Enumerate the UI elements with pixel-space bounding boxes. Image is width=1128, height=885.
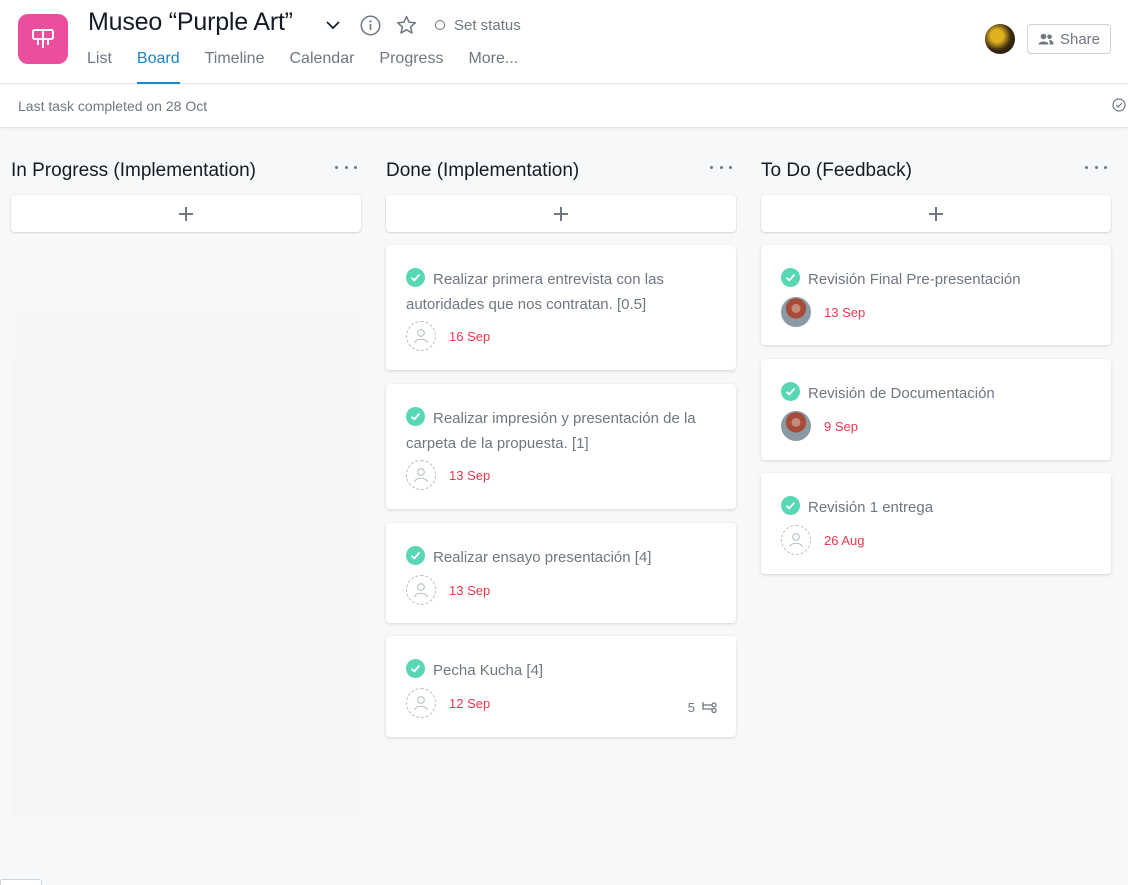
subtask-icon [702,702,717,714]
complete-check-icon[interactable] [406,268,425,287]
project-header: Museo “Purple Art” Set status List Board… [0,0,1128,84]
task-card[interactable]: Revisión Final Pre-presentación 13 Sep [761,245,1111,345]
unassigned-avatar-icon[interactable] [406,575,436,605]
task-title: Realizar primera entrevista con las auto… [406,271,664,313]
plus-icon [554,206,568,221]
complete-check-icon[interactable] [406,546,425,565]
add-task-button[interactable] [761,195,1111,232]
unassigned-avatar-icon[interactable] [406,460,436,490]
add-task-button[interactable] [386,195,736,232]
last-completed-text: Last task completed on 28 Oct [18,98,208,114]
share-label: Share [1059,30,1101,48]
task-card[interactable]: Realizar impresión y presentación de la … [386,384,736,509]
set-status-button[interactable]: Set status [435,17,521,34]
complete-check-icon[interactable] [781,496,800,515]
task-card[interactable]: Realizar primera entrevista con las auto… [386,245,736,370]
due-date[interactable]: 12 Sep [449,696,490,711]
due-date[interactable]: 16 Sep [449,329,490,344]
user-avatar[interactable] [985,24,1015,54]
plus-icon [929,206,943,221]
info-icon[interactable] [359,14,381,36]
more-options-icon[interactable] [710,160,732,174]
task-title: Revisión 1 entrega [808,499,934,516]
tab-progress[interactable]: Progress [379,49,443,84]
due-date[interactable]: 13 Sep [449,583,490,598]
unassigned-avatar-icon[interactable] [406,321,436,351]
task-title: Realizar ensayo presentación [4] [433,549,652,566]
more-options-icon[interactable] [1085,160,1107,174]
check-circle-icon[interactable] [1112,98,1126,117]
empty-column-drop-area[interactable] [11,245,361,815]
project-title[interactable]: Museo “Purple Art” [88,8,293,37]
due-date[interactable]: 9 Sep [824,419,858,434]
task-card[interactable]: Realizar ensayo presentación [4] 13 Sep [386,523,736,623]
task-card[interactable]: Revisión 1 entrega 26 Aug [761,473,1111,574]
unassigned-avatar-icon[interactable] [406,688,436,718]
more-options-icon[interactable] [335,160,357,174]
plus-icon [179,206,193,221]
due-date[interactable]: 13 Sep [449,468,490,483]
tab-more[interactable]: More... [468,49,518,84]
star-icon[interactable] [395,14,417,36]
task-title: Revisión de Documentación [808,385,995,402]
task-card[interactable]: Revisión de Documentación 9 Sep [761,359,1111,460]
column-title[interactable]: In Progress (Implementation) [11,160,256,182]
assignee-avatar[interactable] [781,297,811,327]
column-title[interactable]: Done (Implementation) [386,160,579,182]
tab-calendar[interactable]: Calendar [289,49,354,84]
column-title[interactable]: To Do (Feedback) [761,160,912,182]
status-bar: Last task completed on 28 Oct [0,85,1128,128]
assignee-avatar[interactable] [781,411,811,441]
complete-check-icon[interactable] [406,659,425,678]
view-tabs: List Board Timeline Calendar Progress Mo… [87,49,543,84]
tab-list[interactable]: List [87,49,112,84]
status-dot-icon [435,20,445,30]
tab-board[interactable]: Board [136,49,180,84]
horizontal-scrollbar[interactable] [0,879,42,885]
chevron-down-icon[interactable] [323,15,343,35]
due-date[interactable]: 26 Aug [824,533,865,548]
people-icon [1038,33,1054,45]
board-project-icon[interactable] [18,14,68,64]
add-task-button[interactable] [11,195,361,232]
subtask-count[interactable]: 5 [688,700,718,715]
unassigned-avatar-icon[interactable] [781,525,811,555]
tab-timeline[interactable]: Timeline [205,49,265,84]
task-title: Pecha Kucha [4] [433,662,544,679]
due-date[interactable]: 13 Sep [824,305,865,320]
complete-check-icon[interactable] [781,382,800,401]
share-button[interactable]: Share [1027,24,1111,54]
task-card[interactable]: Pecha Kucha [4] 12 Sep 5 [386,636,736,737]
task-title: Realizar impresión y presentación de la … [406,410,696,452]
task-title: Revisión Final Pre-presentación [808,271,1021,288]
set-status-label: Set status [454,16,521,34]
complete-check-icon[interactable] [781,268,800,287]
complete-check-icon[interactable] [406,407,425,426]
